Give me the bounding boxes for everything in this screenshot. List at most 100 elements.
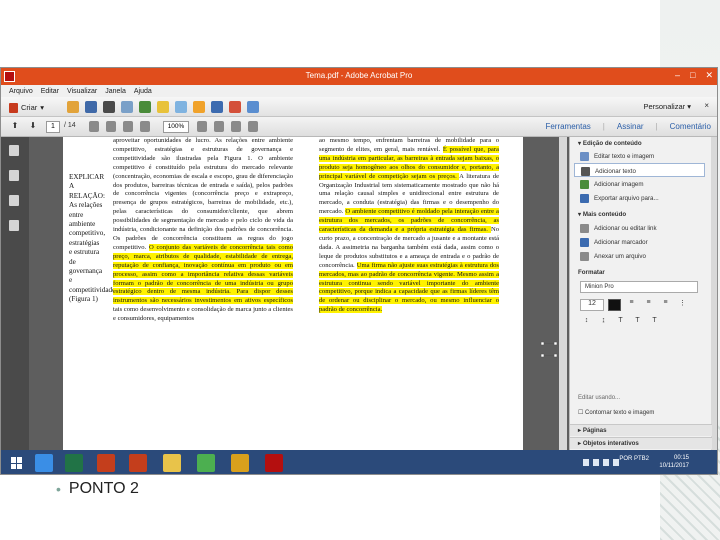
bookmarks-icon[interactable] (9, 170, 19, 181)
pages-icon[interactable] (9, 145, 19, 156)
font-color-swatch[interactable] (608, 299, 621, 311)
menu-janela[interactable]: Janela (105, 88, 126, 95)
add-link-label: Adicionar ou editar link (594, 225, 657, 232)
slide-bullet: • PONTO 2 (56, 480, 139, 498)
zoom-in-icon[interactable] (140, 121, 150, 132)
bullets-icon[interactable]: ⋮ (676, 299, 689, 311)
select-tool-icon[interactable] (106, 121, 116, 132)
attachment-icon[interactable] (9, 195, 19, 206)
powerpoint-icon-2[interactable] (129, 454, 147, 472)
fit-page-icon[interactable] (197, 121, 207, 132)
close-icon[interactable]: ✕ (705, 70, 713, 81)
section-more-content[interactable]: ▾ Mais conteúdo (570, 205, 711, 221)
section-pages[interactable]: ▸ Páginas (570, 424, 712, 436)
align-left-icon[interactable]: ≡ (625, 299, 638, 311)
powerpoint-icon[interactable] (97, 454, 115, 472)
create-button-label: Criar (21, 103, 38, 112)
add-image-tool[interactable]: Adicionar imagem (570, 177, 711, 191)
clock-time: 00:15 (673, 455, 689, 461)
format-heading: Formatar (578, 269, 605, 276)
chrome-icon[interactable] (197, 454, 215, 472)
maximize-icon[interactable]: □ (690, 70, 695, 81)
align-right-icon[interactable]: ≡ (659, 299, 672, 311)
paint-icon[interactable] (231, 454, 249, 472)
tab-assinar[interactable]: Assinar (617, 122, 644, 131)
export-icon[interactable] (247, 101, 259, 113)
toolbar-close-icon[interactable]: × (704, 101, 709, 110)
attach-file-tool[interactable]: Anexar um arquivo (570, 249, 711, 263)
share-icon[interactable] (175, 101, 187, 113)
zoom-level-select[interactable]: 100% (163, 121, 189, 133)
clock[interactable]: 00:15 10/11/2017 (659, 454, 689, 470)
comment-icon[interactable] (157, 101, 169, 113)
scroll-mode-icon[interactable] (214, 121, 224, 132)
underline-icon[interactable]: T (614, 317, 627, 329)
cloud-icon[interactable] (193, 101, 205, 113)
paragraph-plain: As relações entre ambiente competitivo, … (113, 137, 294, 234)
subscript-icon[interactable]: T (648, 317, 661, 329)
highlight-icon[interactable] (248, 121, 258, 132)
add-bookmark-tool[interactable]: Adicionar marcador (570, 235, 711, 249)
add-image-icon (580, 180, 589, 189)
page-number-input[interactable]: 1 (46, 121, 60, 133)
view-tools (89, 121, 150, 132)
print-icon[interactable] (103, 101, 115, 113)
next-page-icon[interactable]: ⬇ (27, 121, 39, 133)
edit-text-image-tool[interactable]: Editar texto e imagem (570, 149, 711, 163)
tab-ferramentas[interactable]: Ferramentas (545, 122, 590, 131)
font-size-row: 12 ≡ ≡ ≡ ⋮ (576, 299, 705, 313)
hand-tool-icon[interactable] (89, 121, 99, 132)
flag-icon[interactable] (593, 459, 599, 466)
export-file-tool[interactable]: Exportar arquivo para... (570, 191, 711, 205)
paragraph-plain: aproveitar oportunidades de lucro. (113, 137, 215, 144)
personalize-dropdown[interactable]: Personalizar ▾ (643, 102, 691, 111)
layout-tools (197, 121, 258, 132)
text-direction-icon[interactable]: ↕ (580, 317, 593, 329)
superscript-icon[interactable]: T (631, 317, 644, 329)
settings-icon[interactable] (139, 101, 151, 113)
sign-icon[interactable] (231, 121, 241, 132)
email-icon[interactable] (121, 101, 133, 113)
paragraph-highlighted: Uma firma não ajuste suas estratégias à … (319, 261, 500, 314)
line-spacing-icon[interactable]: ↨ (597, 317, 610, 329)
add-text-tool[interactable]: Adicionar texto (574, 163, 705, 177)
align-center-icon[interactable]: ≡ (642, 299, 655, 311)
users-icon[interactable] (211, 101, 223, 113)
file-explorer-icon[interactable] (163, 454, 181, 472)
create-button[interactable]: Criar ▾ (9, 101, 44, 114)
menu-editar[interactable]: Editar (41, 88, 59, 95)
menu-arquivo[interactable]: Arquivo (9, 88, 33, 95)
windows-start-icon[interactable] (11, 457, 23, 469)
document-viewport[interactable]: EXPLICAR A RELAÇÃO: As relações entre am… (29, 137, 569, 450)
scan-icon[interactable] (229, 101, 241, 113)
edit-text-image-label: Editar texto e imagem (594, 153, 655, 160)
font-family-select[interactable]: Minion Pro (580, 281, 698, 293)
network-icon[interactable] (603, 459, 609, 466)
menu-visualizar[interactable]: Visualizar (67, 88, 97, 95)
save-icon[interactable] (85, 101, 97, 113)
navigation-pane (1, 137, 29, 450)
tab-separator: | (602, 122, 605, 131)
minimize-icon[interactable]: – (675, 70, 680, 81)
section-content-editing[interactable]: ▾ Edição de conteúdo (570, 137, 711, 149)
signatures-icon[interactable] (9, 220, 19, 231)
open-folder-icon[interactable] (67, 101, 79, 113)
vertical-scrollbar[interactable] (559, 137, 567, 450)
system-tray-icons (583, 459, 619, 466)
edit-using-label: Editar usando... (578, 395, 621, 401)
zoom-out-icon[interactable] (123, 121, 133, 132)
language-indicator[interactable]: POR PTB2 (619, 455, 649, 463)
constrain-checkbox[interactable]: ☐ Contornar texto e imagem (578, 409, 654, 416)
tab-comentario[interactable]: Comentário (670, 122, 711, 131)
menu-ajuda[interactable]: Ajuda (134, 88, 152, 95)
previous-page-icon[interactable]: ⬆ (9, 121, 21, 133)
section-interactive-objects[interactable]: ▸ Objetos interativos (570, 437, 712, 449)
tab-separator: | (655, 122, 658, 131)
volume-icon[interactable] (613, 459, 619, 466)
add-link-tool[interactable]: Adicionar ou editar link (570, 221, 711, 235)
font-size-select[interactable]: 12 (580, 299, 604, 311)
excel-icon[interactable] (65, 454, 83, 472)
internet-explorer-icon[interactable] (35, 454, 53, 472)
tray-arrow-icon[interactable] (583, 459, 589, 466)
acrobat-taskbar-icon[interactable] (265, 454, 283, 472)
